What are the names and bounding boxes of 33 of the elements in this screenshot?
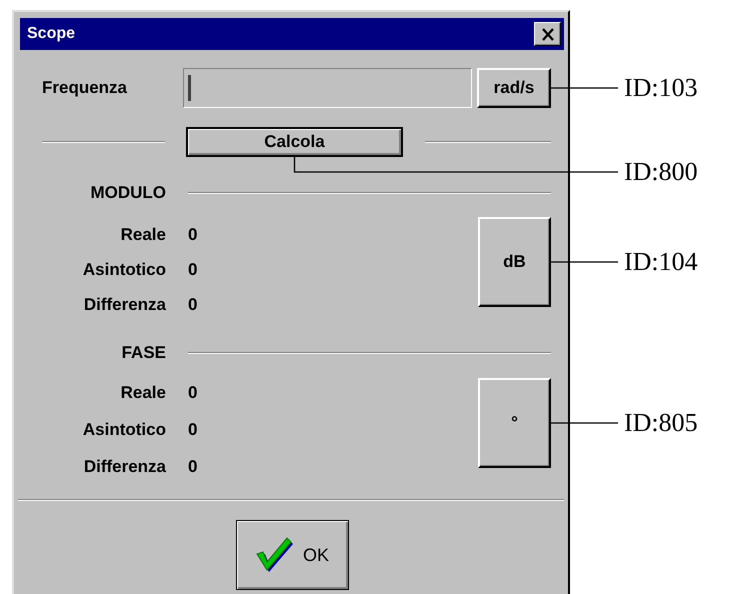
section-title: MODULO (89, 182, 166, 204)
annotation-label: ID:800 (624, 159, 698, 185)
frequency-field[interactable] (183, 68, 472, 108)
annotation-label: ID:103 (624, 75, 698, 101)
window-title: Scope (27, 24, 76, 44)
unit-button[interactable]: ° (478, 378, 551, 468)
leader-line (551, 87, 618, 89)
row-value: 0 (188, 224, 198, 246)
ok-button[interactable]: OK (236, 520, 348, 590)
close-icon (540, 28, 554, 40)
leader-line (551, 422, 618, 424)
row-label: Asintotico (82, 418, 166, 441)
row-label: Differenza (82, 456, 166, 478)
checkmark-icon (254, 536, 295, 574)
close-button[interactable] (534, 22, 561, 46)
annotation-label: ID:805 (624, 410, 698, 436)
unit-button[interactable]: rad/s (477, 68, 551, 108)
row-label: Asintotico (82, 258, 166, 281)
row-label: Differenza (82, 294, 166, 316)
row-value: 0 (188, 418, 198, 441)
row-value: 0 (188, 456, 198, 478)
unit-button[interactable]: dB (478, 217, 551, 307)
field-label: Frequenza (42, 77, 128, 100)
row-value: 0 (188, 382, 198, 404)
row-value: 0 (188, 258, 198, 281)
row-label: Reale (120, 224, 166, 246)
row-label: Reale (120, 382, 166, 404)
calculate-button[interactable]: Calcola (186, 127, 403, 157)
section-title: FASE (120, 342, 166, 364)
row-value: 0 (188, 294, 198, 316)
annotation-label: ID:104 (624, 249, 698, 275)
text-cursor (188, 75, 191, 101)
leader-line (551, 261, 618, 263)
